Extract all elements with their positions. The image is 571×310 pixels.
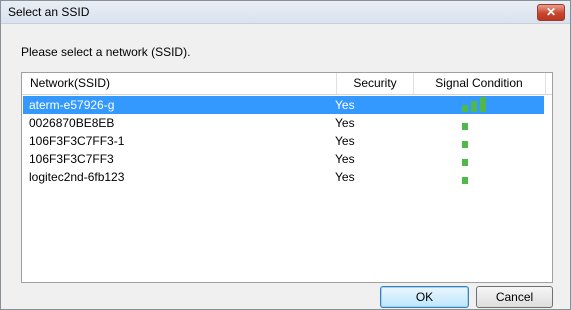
signal-strength-icon	[462, 168, 512, 186]
network-row[interactable]: 106F3F3C7FF3 Yes	[23, 150, 544, 168]
network-ssid: 106F3F3C7FF3	[29, 152, 114, 166]
prompt-text: Please select a network (SSID).	[21, 45, 191, 59]
network-row[interactable]: logitec2nd-6fb123 Yes	[23, 168, 544, 186]
signal-bar	[462, 123, 468, 130]
ok-button[interactable]: OK	[380, 286, 469, 308]
list-header: Network(SSID) Security Signal Condition	[22, 73, 552, 95]
signal-bar	[462, 105, 468, 112]
network-list[interactable]: Network(SSID) Security Signal Condition …	[21, 72, 553, 283]
network-row[interactable]: aterm-e57926-g Yes	[23, 96, 544, 114]
signal-strength-icon	[462, 150, 512, 168]
signal-bar	[462, 159, 468, 166]
close-button[interactable]: ✕	[537, 4, 565, 21]
network-rows: aterm-e57926-g Yes 0026870BE8EB Yes 106F3F3C…	[22, 96, 552, 186]
network-ssid: logitec2nd-6fb123	[29, 170, 125, 184]
network-security: Yes	[335, 170, 355, 184]
network-security: Yes	[335, 134, 355, 148]
network-row[interactable]: 106F3F3C7FF3-1 Yes	[23, 132, 544, 150]
network-security: Yes	[335, 152, 355, 166]
network-security: Yes	[335, 98, 355, 112]
cancel-button[interactable]: Cancel	[476, 286, 553, 308]
dialog-title: Select an SSID	[8, 5, 90, 19]
column-header-security[interactable]: Security	[337, 73, 414, 94]
network-ssid: 0026870BE8EB	[29, 116, 115, 130]
signal-bar	[480, 97, 486, 112]
signal-bar	[462, 141, 468, 148]
signal-bar	[462, 177, 468, 184]
signal-bar	[471, 101, 477, 112]
network-ssid: 106F3F3C7FF3-1	[29, 134, 125, 148]
close-icon: ✕	[545, 5, 557, 19]
signal-strength-icon	[462, 114, 512, 132]
title-bar[interactable]: Select an SSID ✕	[1, 1, 570, 24]
network-ssid: aterm-e57926-g	[29, 98, 115, 112]
network-row[interactable]: 0026870BE8EB Yes	[23, 114, 544, 132]
column-header-network[interactable]: Network(SSID)	[22, 73, 337, 94]
ssid-dialog: Select an SSID ✕ Please select a network…	[0, 0, 571, 310]
network-security: Yes	[335, 116, 355, 130]
signal-strength-icon	[462, 132, 512, 150]
column-header-signal[interactable]: Signal Condition	[413, 73, 546, 94]
signal-strength-icon	[462, 96, 512, 114]
